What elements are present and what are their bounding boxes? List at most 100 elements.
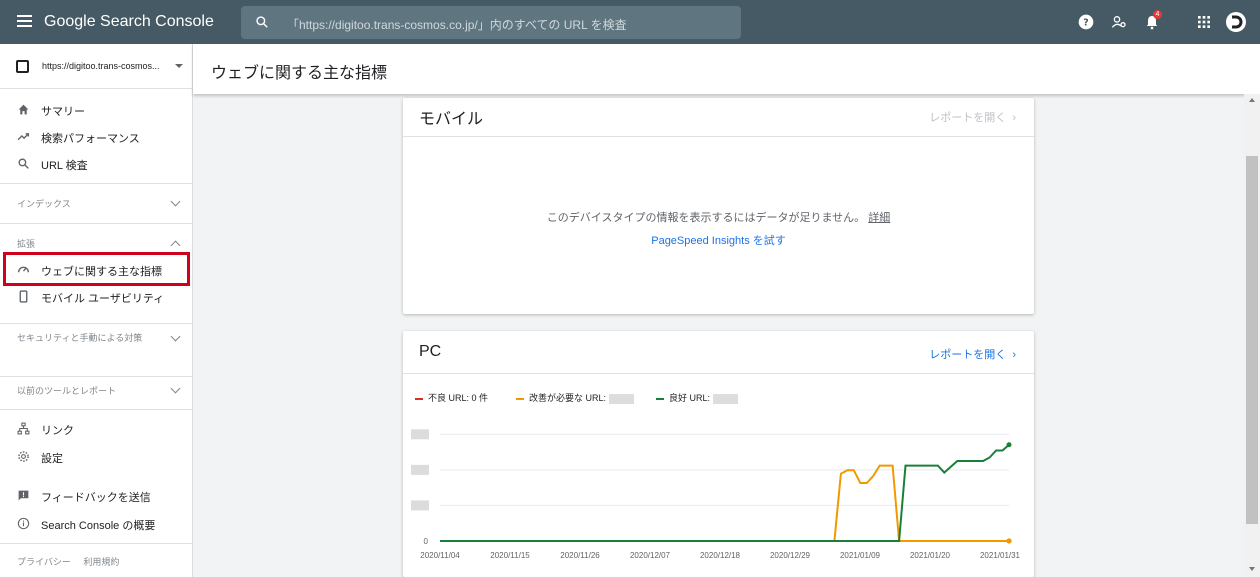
sidebar-item-performance[interactable]: 検索パフォーマンス xyxy=(0,123,193,150)
scroll-down-arrow-icon[interactable] xyxy=(1249,567,1255,571)
section-label: 拡張 xyxy=(17,239,36,249)
x-tick-label: 2020/12/07 xyxy=(630,551,671,560)
sidebar: https://digitoo.trans-cosmos... サマリー 検索パ… xyxy=(0,44,193,577)
card-title: モバイル xyxy=(419,111,484,128)
sidebar-section-legacy[interactable]: 以前のツールとレポート xyxy=(0,376,193,409)
chevron-down-icon xyxy=(170,196,181,207)
legend-poor[interactable]: 不良 URL: 0 件 xyxy=(415,391,488,404)
divider xyxy=(403,373,1034,374)
sidebar-item-label: 検索パフォーマンス xyxy=(41,133,140,145)
feedback-icon xyxy=(18,490,29,501)
no-data-message: このデバイスタイプの情報を表示するにはデータが足りません。 詳細 xyxy=(403,209,1034,225)
notification-count-badge: 4 xyxy=(1153,10,1162,19)
redacted-y-tick xyxy=(411,429,429,440)
legend-label: 不良 URL: 0 件 xyxy=(428,393,489,403)
url-inspect-search[interactable]: 「https://digitoo.trans-cosmos.co.jp/」内のす… xyxy=(241,6,741,39)
sidebar-item-label: フィードバックを送信 xyxy=(41,492,151,504)
legend-swatch xyxy=(516,397,524,400)
sidebar-section-security[interactable]: セキュリティと手動による対策 xyxy=(0,323,193,376)
sidebar-item-label: URL 検査 xyxy=(41,160,88,172)
sidebar-item-about[interactable]: Search Console の概要 xyxy=(0,510,193,537)
legend-good[interactable]: 良好 URL: xyxy=(656,391,738,404)
series-end-point xyxy=(1006,538,1012,544)
svg-text:?: ? xyxy=(1083,17,1088,28)
x-tick-label: 2020/11/26 xyxy=(560,551,600,560)
info-icon xyxy=(17,517,30,530)
y-tick-label: 0 xyxy=(424,537,429,546)
sidebar-item-label: 設定 xyxy=(41,453,63,465)
pc-cwv-chart: 0 2020/11/04 2020/11/15 2020/11/26 2020/12/0… xyxy=(411,429,1021,560)
property-selector[interactable]: https://digitoo.trans-cosmos... xyxy=(0,44,193,89)
scroll-up-arrow-icon[interactable] xyxy=(1249,98,1255,102)
trending-up-icon xyxy=(17,133,30,141)
chevron-up-icon[interactable] xyxy=(170,240,181,251)
page-header: ウェブに関する主な指標 xyxy=(193,44,1260,94)
redacted-y-tick xyxy=(411,500,429,511)
sidebar-section-index[interactable]: インデックス xyxy=(0,183,193,223)
series-line xyxy=(440,464,1009,542)
x-tick-label: 2020/11/04 xyxy=(420,551,460,560)
search-icon xyxy=(256,16,268,28)
footer-links: プライバシー 利用規約 xyxy=(17,555,119,568)
sidebar-item-label: リンク xyxy=(41,425,74,437)
page-scrollbar[interactable] xyxy=(1244,94,1260,577)
menu-icon[interactable] xyxy=(17,15,32,27)
sidebar-item-label: サマリー xyxy=(41,106,85,118)
x-tick-label: 2020/12/29 xyxy=(770,551,811,560)
privacy-link[interactable]: プライバシー xyxy=(17,557,71,567)
help-icon[interactable]: ? xyxy=(1078,14,1094,30)
x-tick-label: 2021/01/31 xyxy=(980,551,1021,560)
search-input[interactable]: 「https://digitoo.trans-cosmos.co.jp/」内のす… xyxy=(287,16,627,33)
sidebar-item-settings[interactable]: 設定 xyxy=(0,443,193,470)
x-tick-label: 2020/12/18 xyxy=(700,551,741,560)
account-avatar[interactable] xyxy=(1226,12,1246,32)
page-title: ウェブに関する主な指標 xyxy=(211,65,388,82)
x-tick-label: 2020/11/15 xyxy=(490,551,530,560)
section-label: 以前のツールとレポート xyxy=(17,386,117,396)
highlight-box xyxy=(3,252,190,286)
section-label: セキュリティと手動による対策 xyxy=(17,333,143,343)
redacted-value xyxy=(608,393,634,404)
open-report-label: レポートを開く xyxy=(929,112,1007,124)
legend-swatch xyxy=(415,397,423,400)
home-icon xyxy=(18,104,29,115)
card-title: PC xyxy=(419,343,442,360)
manage-users-icon[interactable] xyxy=(1111,14,1127,30)
section-label: インデックス xyxy=(17,199,71,209)
chevron-right-icon: › xyxy=(1009,349,1016,361)
legend-needs-improvement[interactable]: 改善が必要な URL: xyxy=(516,391,634,404)
legend-swatch xyxy=(656,397,664,400)
sidebar-item-feedback[interactable]: フィードバックを送信 xyxy=(0,482,193,509)
open-report-link-disabled: レポートを開く › xyxy=(929,109,1016,125)
divider xyxy=(403,136,1034,137)
legend-label: 改善が必要な URL: xyxy=(529,393,607,403)
top-app-bar: Google Search Console 「https://digitoo.t… xyxy=(0,0,1260,44)
sitemap-icon xyxy=(17,422,30,435)
sidebar-item-mobile-usability[interactable]: モバイル ユーザビリティ xyxy=(0,283,193,310)
sidebar-item-url-inspection[interactable]: URL 検査 xyxy=(0,150,193,177)
sidebar-item-label: Search Console の概要 xyxy=(41,520,156,532)
open-report-link[interactable]: レポートを開く › xyxy=(929,346,1016,362)
redacted-y-tick xyxy=(411,464,429,475)
pagespeed-insights-link[interactable]: PageSpeed Insights を試す xyxy=(403,232,1034,248)
x-tick-label: 2021/01/20 xyxy=(910,551,951,560)
chevron-down-icon xyxy=(170,331,181,342)
property-icon xyxy=(16,60,29,73)
chevron-right-icon: › xyxy=(1009,112,1016,124)
redacted-value xyxy=(712,393,738,404)
open-report-label: レポートを開く xyxy=(929,349,1007,361)
details-link[interactable]: 詳細 xyxy=(868,212,890,224)
sidebar-item-links[interactable]: リンク xyxy=(0,415,193,442)
app-title[interactable]: Google Search Console xyxy=(44,13,214,31)
series-line xyxy=(440,443,1010,542)
sidebar-item-summary[interactable]: サマリー xyxy=(0,96,193,123)
legend-label: 良好 URL: xyxy=(669,393,711,403)
scroll-thumb[interactable] xyxy=(1246,156,1258,524)
pc-report-card: PC レポートを開く › 不良 URL: 0 件 改善が必要な URL: 良好 … xyxy=(403,331,1034,577)
sidebar-item-label: モバイル ユーザビリティ xyxy=(41,293,165,305)
apps-grid-icon[interactable] xyxy=(1196,14,1212,30)
search-icon xyxy=(18,158,29,169)
terms-link[interactable]: 利用規約 xyxy=(83,557,119,567)
message-text: このデバイスタイプの情報を表示するにはデータが足りません。 xyxy=(546,212,866,224)
dropdown-arrow-icon xyxy=(175,64,183,68)
